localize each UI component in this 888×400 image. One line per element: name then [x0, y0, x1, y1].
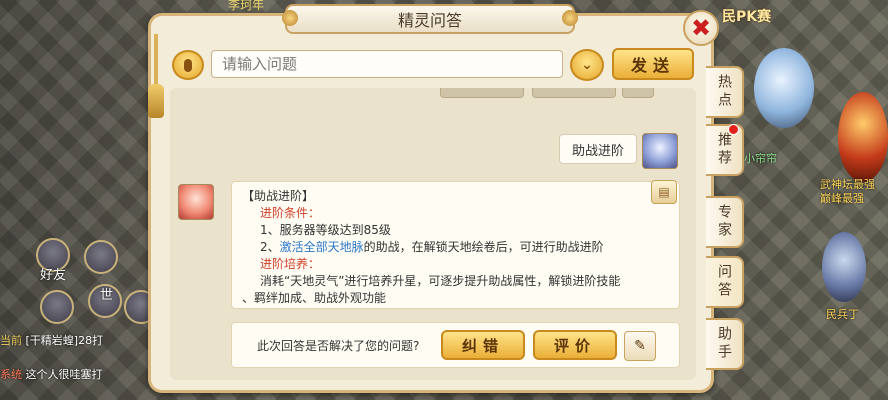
tab-assistant[interactable]: 助手 [706, 318, 744, 370]
rate-button[interactable]: 评价 [533, 330, 617, 360]
title-ornament [562, 10, 578, 26]
chat-text: [干精岩蝗]28打 [25, 334, 104, 347]
correct-error-button[interactable]: 纠错 [441, 330, 525, 360]
pet-icon[interactable] [84, 240, 118, 274]
chat-channel: 系统 [0, 368, 22, 381]
send-button[interactable]: 发送 [612, 48, 694, 80]
friend-label: 好友 [40, 268, 67, 283]
answer-condition-title: 进阶条件： [260, 206, 321, 220]
answer-training-line: 消耗“天地灵气”进行培养升星，可逐步提升助战属性，解锁进阶技能 [260, 274, 621, 288]
user-avatar [642, 133, 678, 169]
tab-qa[interactable]: 问答 [706, 256, 744, 308]
answer-bubble: ▤ 【助战进阶】 进阶条件： 1、服务器等级达到85级 2、激活全部天地脉的助战… [231, 180, 680, 309]
chevron-down-icon[interactable]: ⌄ [570, 49, 604, 81]
answer-training-line: 、羁绊加成、助战外观功能 [242, 291, 387, 305]
feedback-bar: 此次回答是否解决了您的问题? 纠错 评价 ✎ [231, 322, 680, 368]
title-ornament [282, 10, 298, 26]
dialog-title-plate: 精灵问答 [285, 4, 575, 34]
dialog-title: 精灵问答 [397, 11, 462, 30]
scroll-icon[interactable]: ▤ [651, 180, 677, 204]
bg-npc-title: 巅峰最强 [820, 192, 864, 205]
answer-condition-2-suffix: 的助战，在解锁天地绘卷后，可进行助战进阶 [363, 240, 604, 254]
tassel-cord [154, 34, 158, 84]
bg-player-name: 小帘帘 [744, 152, 777, 165]
npc-avatar [178, 184, 214, 220]
previous-option-button[interactable] [532, 88, 616, 98]
npc-character [838, 92, 888, 182]
answer-condition-2-prefix: 2、 [260, 240, 280, 254]
chat-line[interactable]: 系统 这个人很哇塞打 [0, 366, 103, 382]
voice-input-button[interactable] [172, 50, 204, 80]
chat-channel: 当前 [0, 334, 22, 347]
npc-character [822, 232, 866, 302]
question-input[interactable] [211, 50, 563, 78]
user-question-bubble: 助战进阶 [559, 134, 638, 164]
notification-dot [728, 124, 739, 135]
chat-content-panel[interactable]: 助战进阶 ▤ 【助战进阶】 进阶条件： 1、服务器等级达到85级 2、激活全部天… [170, 88, 696, 380]
world-label: 世 [100, 288, 114, 303]
answer-training-title: 进阶培养： [260, 257, 321, 271]
tassel-ornament [148, 84, 164, 118]
user-question-text: 助战进阶 [572, 143, 625, 159]
pk-event-label[interactable]: 民PK赛 [722, 6, 771, 26]
tab-hot[interactable]: 热点 [706, 66, 744, 118]
chat-text: 这个人很哇塞打 [25, 368, 103, 381]
previous-option-button[interactable] [622, 88, 654, 98]
answer-condition-1: 1、服务器等级达到85级 [260, 223, 391, 237]
edit-icon[interactable]: ✎ [624, 331, 656, 361]
feedback-question: 此次回答是否解决了您的问题? [257, 339, 420, 353]
bg-npc-name: 民兵丁 [826, 308, 859, 321]
bg-player-name: 李珂年 [228, 0, 265, 12]
player-character [754, 48, 814, 128]
chat-line[interactable]: 当前 [干精岩蝗]28打 [0, 332, 103, 348]
chat-icon[interactable] [40, 290, 74, 324]
previous-option-button[interactable] [440, 88, 524, 98]
tab-expert[interactable]: 专家 [706, 196, 744, 248]
tiandimai-link[interactable]: 激活全部天地脉 [280, 240, 364, 254]
answer-heading: 【助战进阶】 [242, 189, 315, 203]
answer-condition-2: 2、激活全部天地脉的助战，在解锁天地绘卷后，可进行助战进阶 [242, 239, 669, 256]
microphone-icon [184, 58, 192, 72]
close-button[interactable]: ✖ [683, 10, 719, 46]
